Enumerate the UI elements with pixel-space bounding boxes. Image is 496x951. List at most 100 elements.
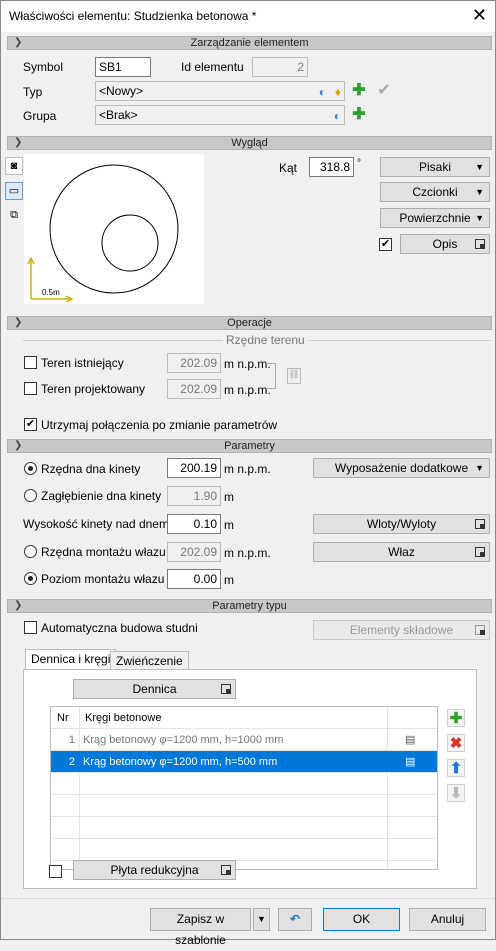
keep-connections-checkbox[interactable]: ✔: [24, 418, 37, 431]
popup-icon: [475, 547, 485, 557]
type-label: Typ: [23, 85, 43, 99]
save-template-button[interactable]: Zapisz w szablonie: [150, 908, 251, 947]
description-checkbox[interactable]: ✔: [379, 238, 392, 251]
id-field: 2: [252, 57, 308, 77]
tab-bottom-rings[interactable]: Dennica i kręgi: [25, 649, 117, 669]
close-icon[interactable]: ✕: [472, 5, 487, 25]
grid-header: Nr Kręgi betonowe: [51, 707, 437, 729]
3d-view-icon[interactable]: ⧉: [5, 207, 23, 225]
existing-terrain-unit: m n.p.m.: [224, 357, 271, 371]
table-row[interactable]: 1 Krąg betonowy φ=1200 mm, h=1000 mm ▤: [51, 729, 437, 751]
components-label: Elementy składowe: [349, 623, 454, 637]
depth-field: 1.90: [167, 486, 221, 506]
chevron-down-icon: ❯: [14, 317, 23, 328]
bottom-ordinate-input[interactable]: 200.19: [167, 458, 221, 478]
auto-build-checkbox[interactable]: [24, 621, 37, 634]
section-type-parameters-header[interactable]: ❯ Parametry typu: [7, 599, 492, 613]
surfaces-label: Powierzchnie: [399, 211, 471, 225]
designed-terrain-checkbox[interactable]: [24, 382, 37, 395]
popup-icon: [475, 239, 485, 249]
save-template-dropdown-icon[interactable]: ▼: [253, 908, 270, 931]
lightbulb-icon[interactable]: ♦: [335, 83, 341, 101]
table-row[interactable]: 2 Krąg betonowy φ=1200 mm, h=500 mm ▤: [51, 751, 437, 773]
undo-icon[interactable]: ↶: [278, 908, 312, 931]
section-appearance-header[interactable]: ❯ Wygląd: [7, 136, 492, 150]
section-management-header[interactable]: ❯ Zarządzanie elementem: [7, 36, 492, 50]
type-select[interactable]: <Nowy> ◐ ♦: [95, 81, 345, 101]
empty-row: [51, 839, 437, 861]
angle-input[interactable]: 318.8: [309, 157, 354, 177]
description-button[interactable]: Opis: [400, 234, 490, 254]
reduction-plate-checkbox[interactable]: [49, 865, 62, 878]
surfaces-button[interactable]: Powierzchnie ▼: [380, 208, 490, 228]
ok-button[interactable]: OK: [323, 908, 400, 931]
depth-radio[interactable]: [24, 489, 37, 502]
group-select[interactable]: <Brak> ◐: [95, 105, 345, 125]
link-icon[interactable]: ⛓: [287, 368, 301, 384]
pens-label: Pisaki: [418, 160, 451, 174]
edit-properties-icon[interactable]: ▤: [405, 751, 415, 773]
bottom-ordinate-unit: m n.p.m.: [224, 462, 271, 476]
bottom-label: Dennica: [132, 682, 177, 696]
group-value: <Brak>: [99, 108, 138, 122]
bulb-icon[interactable]: ◐: [334, 107, 341, 125]
inner-circle: [101, 214, 159, 272]
hatch-level-input[interactable]: 0.00: [167, 569, 221, 589]
hatch-level-unit: m: [224, 573, 234, 587]
auto-build-label: Automatyczna budowa studni: [41, 621, 198, 635]
delete-ring-icon[interactable]: ✖: [447, 734, 465, 752]
cancel-button[interactable]: Anuluj: [409, 908, 486, 931]
bottom-button[interactable]: Dennica: [73, 679, 236, 699]
kinet-height-input[interactable]: 0.10: [167, 514, 221, 534]
tab-crown[interactable]: Zwieńczenie: [110, 651, 189, 669]
reduction-plate-button[interactable]: Płyta redukcyjna: [73, 860, 236, 880]
inlets-button[interactable]: Wloty/Wyloty: [313, 514, 490, 534]
kinet-height-label: Wysokość kinety nad dnem: [23, 517, 169, 531]
hatch-level-radio[interactable]: [24, 572, 37, 585]
dropdown-arrow-icon: ▼: [475, 187, 484, 197]
plan-view-icon[interactable]: ▭: [5, 182, 23, 200]
pens-button[interactable]: Pisaki ▼: [380, 157, 490, 177]
popup-icon: [475, 625, 485, 635]
tab-panel: Dennica Nr Kręgi betonowe 1 Krąg betonow…: [23, 669, 477, 889]
angle-unit: °: [357, 158, 361, 169]
components-button[interactable]: Elementy składowe: [313, 620, 490, 640]
edit-properties-icon[interactable]: ▤: [405, 729, 415, 751]
header-rings: Kręgi betonowe: [85, 712, 162, 724]
designed-terrain-unit: m n.p.m.: [224, 383, 271, 397]
terrain-link-bracket: [266, 363, 276, 389]
add-group-icon[interactable]: ✚: [350, 106, 368, 124]
reduction-plate-label: Płyta redukcyjna: [110, 863, 199, 877]
fonts-button[interactable]: Czcionki ▼: [380, 182, 490, 202]
move-down-icon[interactable]: ⬇: [447, 784, 465, 802]
designed-terrain-field: 202.09: [167, 379, 221, 399]
row-nr: 2: [68, 756, 75, 768]
check-icon[interactable]: ✔: [375, 82, 393, 100]
bulb-icon[interactable]: ◐: [319, 83, 326, 101]
section-parameters-header[interactable]: ❯ Parametry: [7, 439, 492, 453]
hatch-ordinate-radio[interactable]: [24, 545, 37, 558]
add-type-icon[interactable]: ✚: [350, 82, 368, 100]
equipment-label: Wyposażenie dodatkowe: [334, 461, 469, 475]
bottom-ordinate-radio[interactable]: [24, 462, 37, 475]
row-name: Krąg betonowy φ=1200 mm, h=500 mm: [83, 756, 278, 768]
hatch-level-label: Poziom montażu włazu: [41, 572, 165, 586]
section-title: Zarządzanie elementem: [190, 37, 309, 49]
add-ring-icon[interactable]: ✚: [447, 709, 465, 727]
camera-icon[interactable]: ◙: [5, 157, 23, 175]
symbol-label: Symbol: [23, 60, 64, 74]
chevron-down-icon: ❯: [14, 37, 23, 48]
existing-terrain-field: 202.09: [167, 353, 221, 373]
existing-terrain-checkbox[interactable]: [24, 356, 37, 369]
equipment-button[interactable]: Wyposażenie dodatkowe ▼: [313, 458, 490, 478]
scale-label: 0.5m: [42, 288, 60, 297]
symbol-input[interactable]: SB1: [95, 57, 151, 77]
empty-row: [51, 817, 437, 839]
designed-terrain-label: Teren projektowany: [41, 382, 146, 396]
preview-canvas: 0.5m: [24, 154, 204, 304]
empty-row: [51, 773, 437, 795]
move-up-icon[interactable]: ⬆: [447, 759, 465, 777]
hatch-button[interactable]: Właz: [313, 542, 490, 562]
angle-label: Kąt: [279, 161, 298, 175]
section-operations-header[interactable]: ❯ Operacje: [7, 316, 492, 330]
